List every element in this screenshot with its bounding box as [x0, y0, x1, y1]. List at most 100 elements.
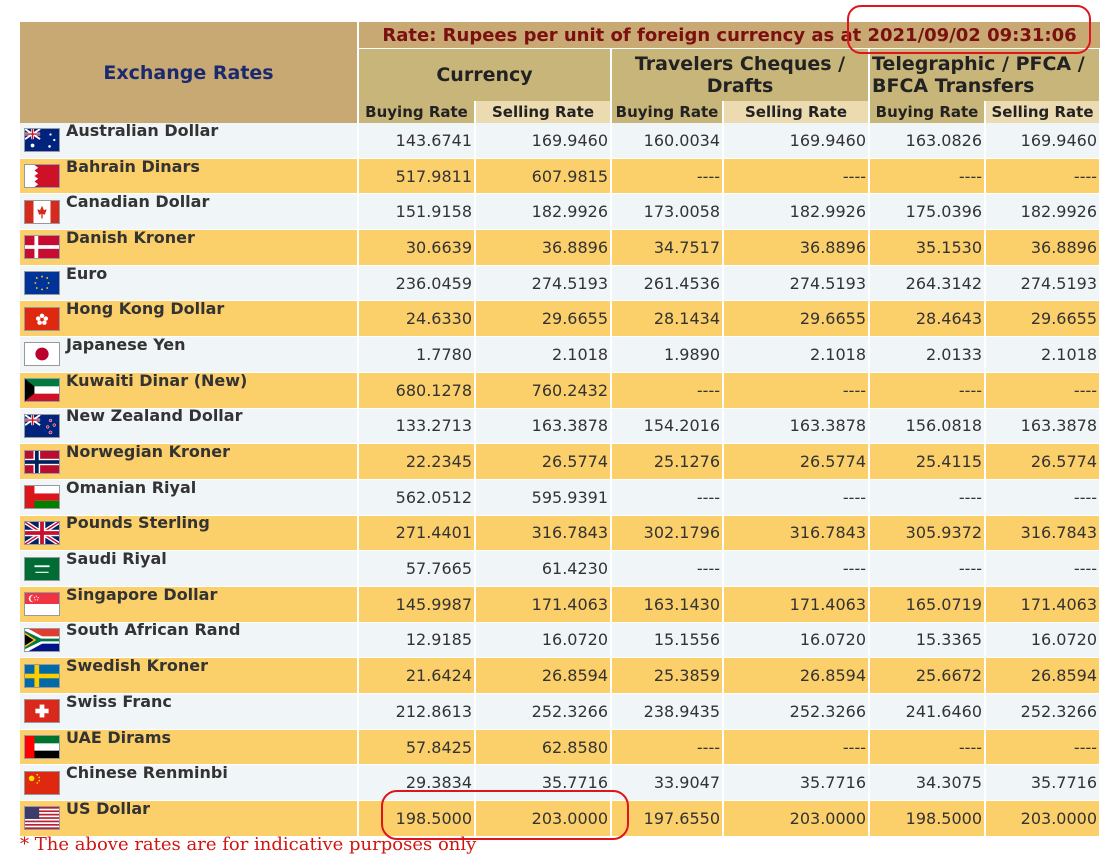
rate-cell-tt-buy: ---- — [869, 550, 986, 587]
singapore-flag-icon — [24, 592, 60, 617]
currency-name-cell: Canadian Dollar — [20, 192, 359, 231]
rate-cell-tt-buy: 34.3075 — [869, 764, 986, 802]
rate-cell-tc-buy: 154.2016 — [611, 408, 724, 445]
rate-cell-c-buy: 517.9811 — [358, 158, 476, 195]
rate-cell-tc-sell: 29.6655 — [723, 300, 870, 338]
rate-cell-tc-sell: 16.0720 — [723, 622, 870, 659]
australia-flag-icon — [24, 128, 60, 153]
rate-cell-c-sell: 760.2432 — [475, 372, 612, 409]
currency-name-cell: South African Rand — [20, 620, 359, 659]
rate-cell-tt-buy: 305.9372 — [869, 515, 986, 552]
rate-cell-tt-sell: 2.1018 — [985, 336, 1102, 373]
currency-name: Omanian Riyal — [66, 477, 197, 497]
rate-cell-c-sell: 203.0000 — [475, 800, 612, 837]
rate-cell-c-buy: 562.0512 — [358, 479, 476, 516]
col-header-currency-buying: Buying Rate — [358, 101, 476, 123]
rate-cell-tt-sell: 26.5774 — [985, 443, 1102, 480]
rate-cell-tc-buy: 160.0034 — [611, 123, 724, 159]
rate-cell-c-sell: 595.9391 — [475, 479, 612, 516]
rate-cell-tt-sell: ---- — [985, 550, 1102, 587]
rate-cell-tc-sell: ---- — [723, 550, 870, 587]
currency-name-cell: Australian Dollar — [20, 121, 359, 159]
currency-name-cell: Norwegian Kroner — [20, 442, 359, 480]
rate-cell-tt-sell: ---- — [985, 479, 1102, 516]
rate-cell-c-buy: 21.6424 — [358, 657, 476, 694]
currency-name-cell: Pounds Sterling — [20, 513, 359, 552]
table-row: South African Rand 12.9185 16.0720 15.1556 1… — [20, 620, 1102, 659]
rate-cell-tt-sell: 16.0720 — [985, 622, 1102, 659]
rate-cell-tt-buy: 264.3142 — [869, 265, 986, 302]
table-row: Singapore Dollar 145.9987 171.4063 163.1430… — [20, 585, 1102, 623]
sweden-flag-icon — [24, 663, 60, 688]
currency-name-cell: New Zealand Dollar — [20, 406, 359, 445]
rate-cell-tt-sell: 316.7843 — [985, 515, 1102, 552]
table-row: Chinese Renminbi 29.3834 35.7716 33.9047 35.… — [20, 763, 1102, 802]
currency-name: Hong Kong Dollar — [66, 299, 225, 319]
rate-cell-c-buy: 22.2345 — [358, 443, 476, 480]
currency-name-cell: Euro — [20, 263, 359, 302]
rate-cell-tc-buy: ---- — [611, 479, 724, 516]
rate-cell-tt-buy: 241.6460 — [869, 693, 986, 730]
currency-name: Danish Kroner — [66, 227, 195, 247]
group-header-currency: Currency — [358, 48, 612, 101]
currency-name: Euro — [66, 263, 108, 283]
rate-cell-tc-buy: 15.1556 — [611, 622, 724, 659]
norway-flag-icon — [24, 449, 60, 474]
rate-cell-c-buy: 151.9158 — [358, 193, 476, 231]
rate-cell-tc-buy: 1.9890 — [611, 336, 724, 373]
rate-cell-c-sell: 36.8896 — [475, 229, 612, 266]
rate-cell-c-sell: 61.4230 — [475, 550, 612, 587]
rate-cell-tt-buy: 35.1530 — [869, 229, 986, 266]
currency-name: US Dollar — [66, 798, 151, 818]
currency-name: Japanese Yen — [66, 334, 186, 354]
currency-name-cell: US Dollar — [20, 798, 359, 837]
currency-name-cell: Chinese Renminbi — [20, 763, 359, 802]
currency-name-cell: Swedish Kroner — [20, 656, 359, 694]
rate-cell-tt-buy: ---- — [869, 729, 986, 766]
rate-cell-tc-sell: 36.8896 — [723, 229, 870, 266]
rate-cell-tt-sell: 169.9460 — [985, 123, 1102, 159]
rate-cell-c-buy: 680.1278 — [358, 372, 476, 409]
rate-cell-tc-buy: 261.4536 — [611, 265, 724, 302]
col-header-tt-selling: Selling Rate — [985, 101, 1102, 123]
rate-cell-tc-sell: ---- — [723, 479, 870, 516]
rate-caption-prefix: Rate: Rupees per unit of foreign currenc… — [382, 24, 868, 46]
currency-name: Swedish Kroner — [66, 656, 208, 676]
rate-cell-tc-buy: ---- — [611, 550, 724, 587]
rate-cell-tt-buy: 163.0826 — [869, 123, 986, 159]
rate-cell-tt-buy: 156.0818 — [869, 408, 986, 445]
col-header-tc-buying: Buying Rate — [611, 101, 724, 123]
rate-cell-c-sell: 171.4063 — [475, 586, 612, 623]
rate-cell-tc-buy: 34.7517 — [611, 229, 724, 266]
rate-cell-tc-buy: ---- — [611, 372, 724, 409]
table-row: Pounds Sterling 271.4401 316.7843 302.1796 3… — [20, 513, 1102, 552]
rate-cell-tc-sell: 316.7843 — [723, 515, 870, 552]
rate-cell-tc-sell: 169.9460 — [723, 123, 870, 159]
uae-flag-icon — [24, 735, 60, 760]
col-header-tt-buying: Buying Rate — [869, 101, 986, 123]
rate-cell-tc-sell: 274.5193 — [723, 265, 870, 302]
rate-cell-c-sell: 274.5193 — [475, 265, 612, 302]
currency-name-cell: Singapore Dollar — [20, 585, 359, 623]
rate-cell-tc-sell: ---- — [723, 729, 870, 766]
rate-cell-c-buy: 30.6639 — [358, 229, 476, 266]
rate-cell-c-sell: 182.9926 — [475, 193, 612, 231]
usa-flag-icon — [24, 806, 60, 831]
south-africa-flag-icon — [24, 627, 60, 652]
currency-name: Swiss Franc — [66, 691, 172, 711]
rate-cell-c-sell: 252.3266 — [475, 693, 612, 730]
rate-cell-c-buy: 236.0459 — [358, 265, 476, 302]
rate-cell-tc-sell: 26.8594 — [723, 657, 870, 694]
rate-cell-tc-buy: 25.1276 — [611, 443, 724, 480]
rate-cell-c-sell: 35.7716 — [475, 764, 612, 802]
col-header-currency-selling: Selling Rate — [475, 101, 612, 123]
rate-cell-tc-sell: ---- — [723, 372, 870, 409]
currency-name: Norwegian Kroner — [66, 442, 231, 462]
denmark-flag-icon — [24, 235, 60, 260]
rate-cell-tc-buy: 28.1434 — [611, 300, 724, 338]
table-row: Danish Kroner 30.6639 36.8896 34.7517 36.889… — [20, 227, 1102, 266]
table-row: Saudi Riyal 57.7665 61.4230 ---- ---- ---- ---… — [20, 549, 1102, 587]
rate-cell-tc-sell: 252.3266 — [723, 693, 870, 730]
rate-cell-tc-sell: 163.3878 — [723, 408, 870, 445]
rate-cell-tc-sell: 171.4063 — [723, 586, 870, 623]
